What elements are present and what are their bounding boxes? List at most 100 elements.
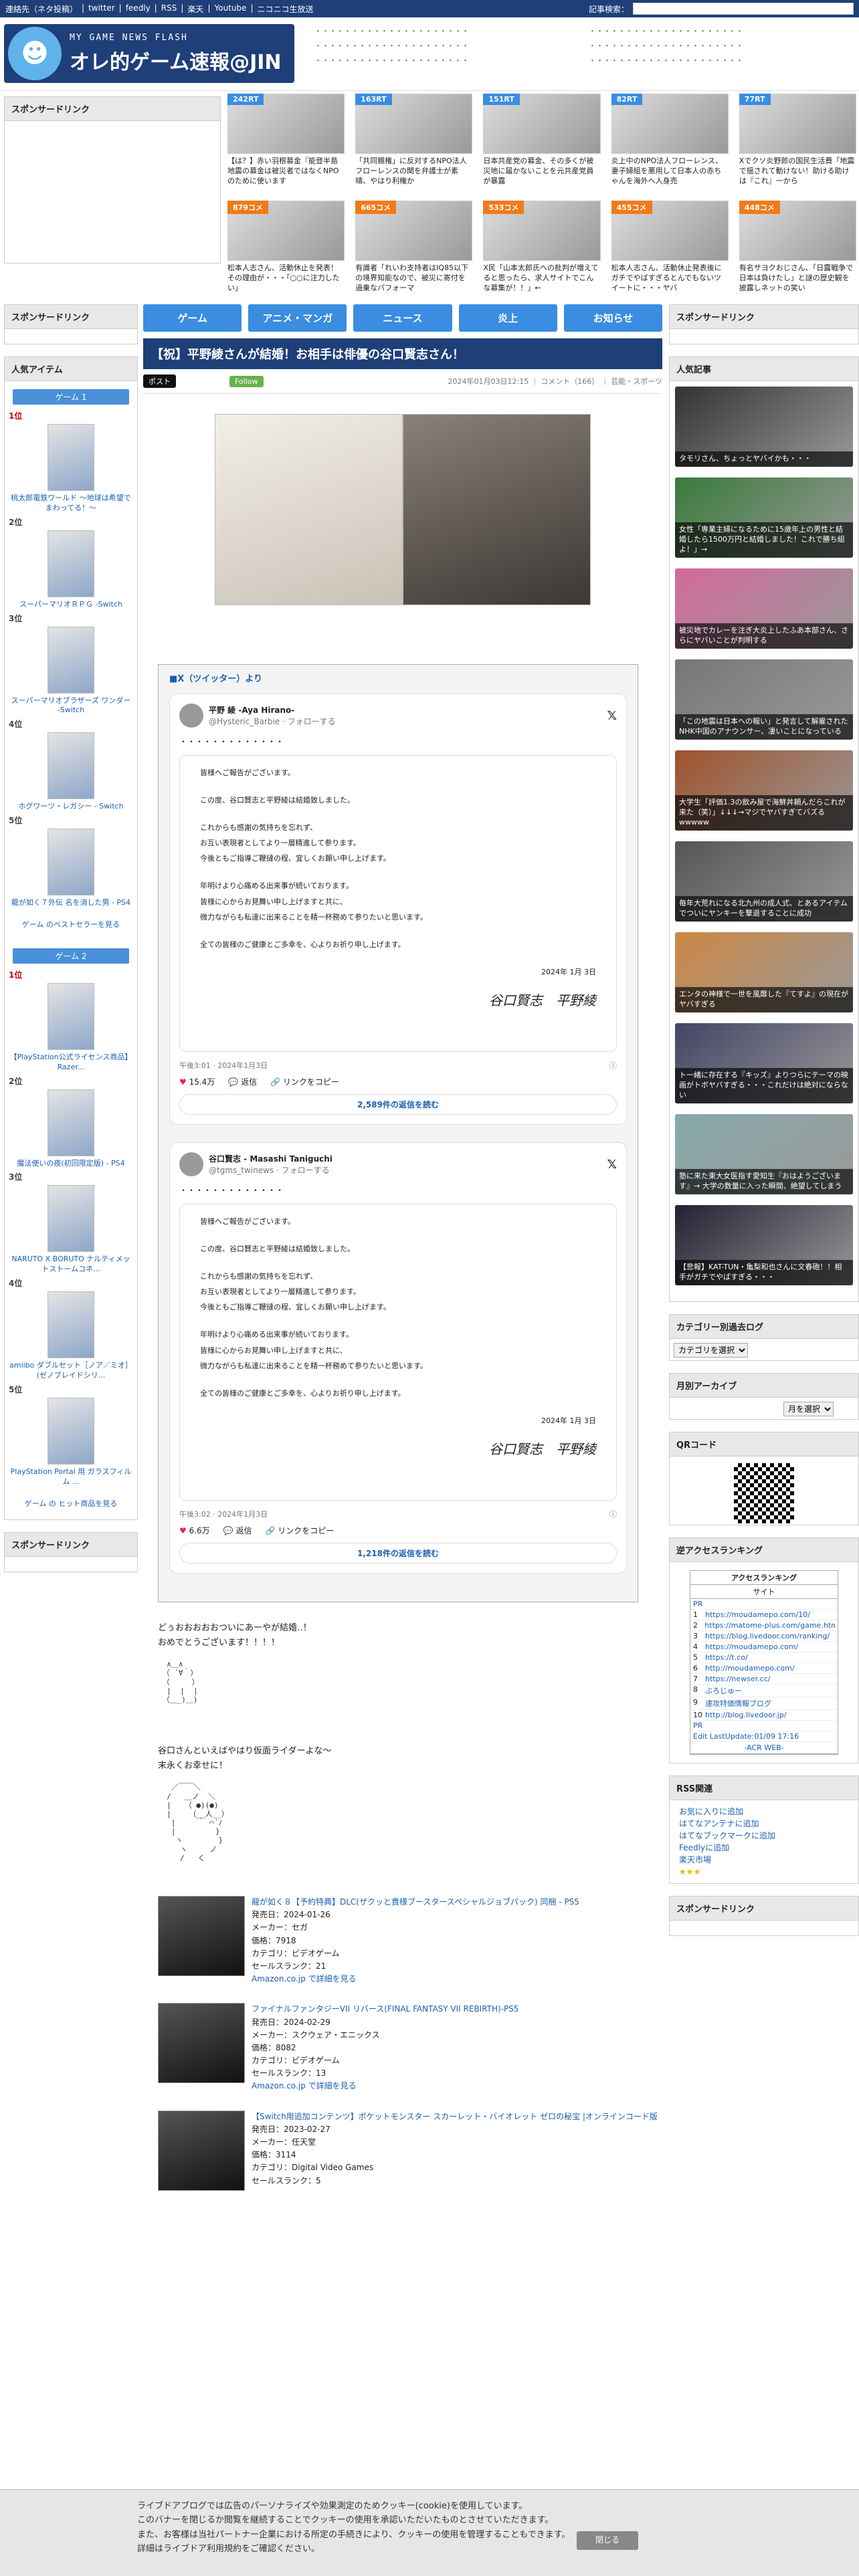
reply-button[interactable]: 💬 返信: [223, 1525, 252, 1536]
product-image[interactable]: [158, 2003, 245, 2084]
product-image[interactable]: [47, 732, 94, 800]
headline-caption[interactable]: Xでクソ炎野郎の国民生活費「地震で揺されて動けない！助ける助けは『これ』一から: [739, 156, 856, 186]
copy-link-button[interactable]: 🔗 リンクをコピー: [265, 1525, 334, 1536]
acr-link[interactable]: https://t.co/: [705, 1653, 748, 1662]
like-button[interactable]: ♥ 6.6万: [179, 1525, 210, 1536]
popular-article-caption[interactable]: 被災地でカレーを注ぎ大炎上したふあ本部さん、さらにヤバいことが判明する: [675, 623, 853, 649]
nav-tab[interactable]: 炎上: [458, 304, 557, 332]
product-title[interactable]: 【Switch用追加コンテンツ】ポケットモンスター スカーレット・バイオレット …: [252, 2111, 658, 2123]
acr-link[interactable]: http://moudamepo.com/: [705, 1664, 795, 1673]
acr-footer[interactable]: -ACR WEB-: [690, 1742, 838, 1754]
nav-tab[interactable]: お知らせ: [563, 304, 663, 332]
product-image[interactable]: [47, 626, 94, 693]
tweet-time[interactable]: 午後3:02 · 2024年1月3日: [179, 1509, 268, 1519]
product-name[interactable]: 龍が如く７外伝 名を消した男 - PS4: [9, 898, 133, 908]
acr-link[interactable]: https://moudamepo.com/: [705, 1642, 798, 1651]
popular-article[interactable]: 被災地でカレーを注ぎ大炎上したふあ本部さん、さらにヤバいことが判明する: [675, 568, 853, 649]
product-image[interactable]: [47, 982, 94, 1050]
rss-link[interactable]: はてなアンテナに追加: [679, 1818, 849, 1830]
tweet-handle[interactable]: @Hysteric_Barbie · フォローする: [209, 717, 336, 726]
reply-button[interactable]: 💬 返信: [228, 1076, 257, 1087]
headline-caption[interactable]: 松本人志さん、活動休止を発表！その理由が・・・「○○に注力したい」: [227, 263, 345, 293]
popular-article-caption[interactable]: 大学生「評価1.3の飲み屋で海鮮丼頼んだらこれが来た（笑）」↓↓↓→マジでヤバす…: [675, 795, 853, 831]
monthly-select[interactable]: 月を選択: [783, 1402, 834, 1416]
read-replies-button[interactable]: 1,218件の返信を読む: [179, 1543, 617, 1564]
headline-caption[interactable]: 日本共産党の募金、その多くが被災地に届かないことを元共産党員が暴露: [483, 156, 600, 186]
product-image[interactable]: [158, 2110, 245, 2191]
product-image[interactable]: [47, 530, 94, 597]
popular-article-caption[interactable]: 【悲報】KAT-TUN・亀梨和也さんに文春砲！！相手がガチでやばすぎる・・・: [675, 1260, 853, 1285]
headline-card[interactable]: 879コメ 松本人志さん、活動休止を発表！その理由が・・・「○○に注力したい」: [227, 201, 345, 301]
popular-article[interactable]: 塾に来た東大女医指す愛知生『おはようございます』→ 大学の数量に入った瞬間、絶望…: [675, 1114, 853, 1194]
headline-card[interactable]: 242RT 【は？】赤い羽根募金『能登半島地震の募金は被災者ではなくNPOのために…: [227, 94, 345, 194]
product-name[interactable]: ホグワーツ・レガシー - Switch: [9, 802, 133, 812]
product-image[interactable]: [47, 1397, 94, 1465]
info-icon[interactable]: ⓘ: [609, 1060, 617, 1071]
top-link[interactable]: twitter: [88, 3, 115, 15]
acr-link[interactable]: https://matome-plus.com/game.html: [704, 1621, 835, 1630]
header-link[interactable]: ・・・・・・・・・・・・・・・・・・・・・: [314, 40, 575, 51]
nav-tab[interactable]: ゲーム: [143, 304, 242, 332]
header-link[interactable]: ・・・・・・・・・・・・・・・・・・・・・: [314, 25, 575, 36]
popular-article-caption[interactable]: 塾に来た東大女医指す愛知生『おはようございます』→ 大学の数量に入った瞬間、絶望…: [675, 1169, 853, 1194]
popular-article-caption[interactable]: エンタの神様で一世を風靡した『てすよ』の現在がヤバすぎる: [675, 987, 853, 1012]
top-link[interactable]: RSS: [161, 3, 177, 15]
copy-link-button[interactable]: 🔗 リンクをコピー: [270, 1076, 339, 1087]
headline-caption[interactable]: 有名サヨクおじさん、「日露戦争で日本は負けたし」と謎の歴史観を披露しネットの笑い: [739, 263, 856, 293]
header-link[interactable]: ・・・・・・・・・・・・・・・・・・・・・: [314, 55, 575, 66]
tweet-button[interactable]: ポスト: [143, 374, 176, 388]
tweet-letter-image[interactable]: 皆様へご報告がございます。 この度、谷口賢志と平野綾は結婚致しました。 これからも感…: [179, 755, 617, 1052]
product-image[interactable]: [158, 1896, 245, 1976]
follow-button[interactable]: Follow: [229, 375, 264, 387]
product-name[interactable]: 魔法使いの夜(初回限定版) - PS4: [9, 1159, 133, 1169]
header-link[interactable]: ・・・・・・・・・・・・・・・・・・・・・: [589, 40, 850, 51]
product-image[interactable]: [47, 1089, 94, 1156]
headline-card[interactable]: 455コメ 松本人志さん、活動休止発表後にガチでやばすぎるとんでもないツイートに・…: [611, 201, 729, 301]
nav-tab[interactable]: アニメ・マンガ: [248, 304, 347, 332]
header-link[interactable]: ・・・・・・・・・・・・・・・・・・・・・: [589, 55, 850, 66]
game1-more-link[interactable]: ゲーム のベストセラーを見る: [22, 920, 120, 929]
top-link[interactable]: Youtube: [214, 3, 246, 15]
headline-card[interactable]: 82RT 炎上中のNPO法人フローレンス、妻子婦組を悪用して日本人の赤ちゃんを海外…: [611, 94, 729, 194]
headline-card[interactable]: 163RT 「共同親権」に反対するNPO法人フローレンスの関を弁護士が素晴、やはり…: [355, 94, 473, 194]
site-logo[interactable]: ☻ MY GAME NEWS FLASH オレ的ゲーム速報@JIN: [4, 24, 294, 83]
x-logo-icon[interactable]: 𝕏: [607, 1158, 617, 1172]
rss-link[interactable]: 楽天市場: [679, 1854, 849, 1866]
product-name[interactable]: 【PlayStation公式ライセンス商品】 Razer...: [9, 1053, 133, 1073]
acr-link[interactable]: http://blog.livedoor.jp/: [705, 1711, 787, 1719]
product-title[interactable]: 龍が如く８【予約特典】DLC(ザクッと貴様ブースタースペシャルジョブパック) 同…: [252, 1896, 579, 1909]
popular-article-caption[interactable]: ト一緒に存在する『キッズ』よりつらにテーマの映画がトボヤバすぎる・・・これだけは…: [675, 1068, 853, 1103]
avatar[interactable]: [179, 704, 203, 728]
acr-link[interactable]: https://moudamepo.com/10/: [705, 1610, 810, 1619]
product-title[interactable]: ファイナルファンタジーVII リバース(FINAL FANTASY VII RE…: [252, 2003, 519, 2016]
top-link[interactable]: 連絡先（ネタ投稿）: [5, 3, 78, 15]
popular-article[interactable]: 「この地震は日本への報い」と発言して解雇されたNHK中国のアナウンサー、凄いこと…: [675, 659, 853, 740]
nav-tab[interactable]: ニュース: [353, 304, 452, 332]
rss-link[interactable]: Feedlyに追加: [679, 1842, 849, 1854]
product-name[interactable]: NARUTO X BORUTO ナルティメットストームコネ...: [9, 1255, 133, 1275]
popular-article-caption[interactable]: タモリさん、ちょっとヤバイかも・・・: [675, 451, 853, 467]
read-replies-button[interactable]: 2,589件の返信を読む: [179, 1094, 617, 1115]
cookie-close-button[interactable]: 閉じる: [576, 2531, 638, 2550]
header-link[interactable]: ・・・・・・・・・・・・・・・・・・・・・: [589, 25, 850, 36]
headline-card[interactable]: 665コメ 有識者「れいわ支持者はIQ85以下の境界知能なので、被災に寄付を過乗な…: [355, 201, 473, 301]
popular-article[interactable]: 毎年大荒れになる北九州の成人式、とあるアイテムでついにヤンキーを撃退することに成…: [675, 841, 853, 922]
headline-card[interactable]: 151RT 日本共産党の募金、その多くが被災地に届かないことを元共産党員が暴露: [483, 94, 601, 194]
rss-link[interactable]: お気に入りに追加: [679, 1806, 849, 1818]
avatar[interactable]: [179, 1152, 203, 1176]
headline-card[interactable]: 448コメ 有名サヨクおじさん、「日露戦争で日本は負けたし」と謎の歴史観を披露しネ…: [739, 201, 856, 301]
popular-article[interactable]: タモリさん、ちょっとヤバイかも・・・: [675, 387, 853, 467]
product-image[interactable]: [47, 1291, 94, 1359]
popular-article[interactable]: ト一緒に存在する『キッズ』よりつらにテーマの映画がトボヤバすぎる・・・これだけは…: [675, 1023, 853, 1103]
product-name[interactable]: amiibo ダブルセット［ノア／ミオ］(ゼノブレイドシリ...: [9, 1361, 133, 1381]
headline-caption[interactable]: 松本人志さん、活動休止発表後にガチでやばすぎるとんでもないツイートに・・・ヤバ: [611, 263, 729, 293]
headline-caption[interactable]: 「共同親権」に反対するNPO法人フローレンスの関を弁護士が素晴、やはり利権か: [355, 156, 472, 186]
headline-card[interactable]: 77RT Xでクソ炎野郎の国民生活費「地震で揺されて動けない！助ける助けは『これ』…: [739, 94, 856, 194]
headline-caption[interactable]: X民「山本太郎氏への批判が増えてると思ったら、求人サイトでこんな募集が！！」←: [483, 263, 600, 293]
popular-article[interactable]: 女性「専業主婦になるために15歳年上の男性と結婚したら1500万円と結婚しました…: [675, 477, 853, 558]
product-link[interactable]: Amazon.co.jp で詳細を見る: [252, 2081, 357, 2090]
product-image[interactable]: [47, 424, 94, 491]
product-name[interactable]: PlayStation Portal 用 ガラスフィルム ...: [9, 1467, 133, 1487]
info-icon[interactable]: ⓘ: [609, 1509, 617, 1519]
like-button[interactable]: ♥ 15.4万: [179, 1076, 215, 1087]
